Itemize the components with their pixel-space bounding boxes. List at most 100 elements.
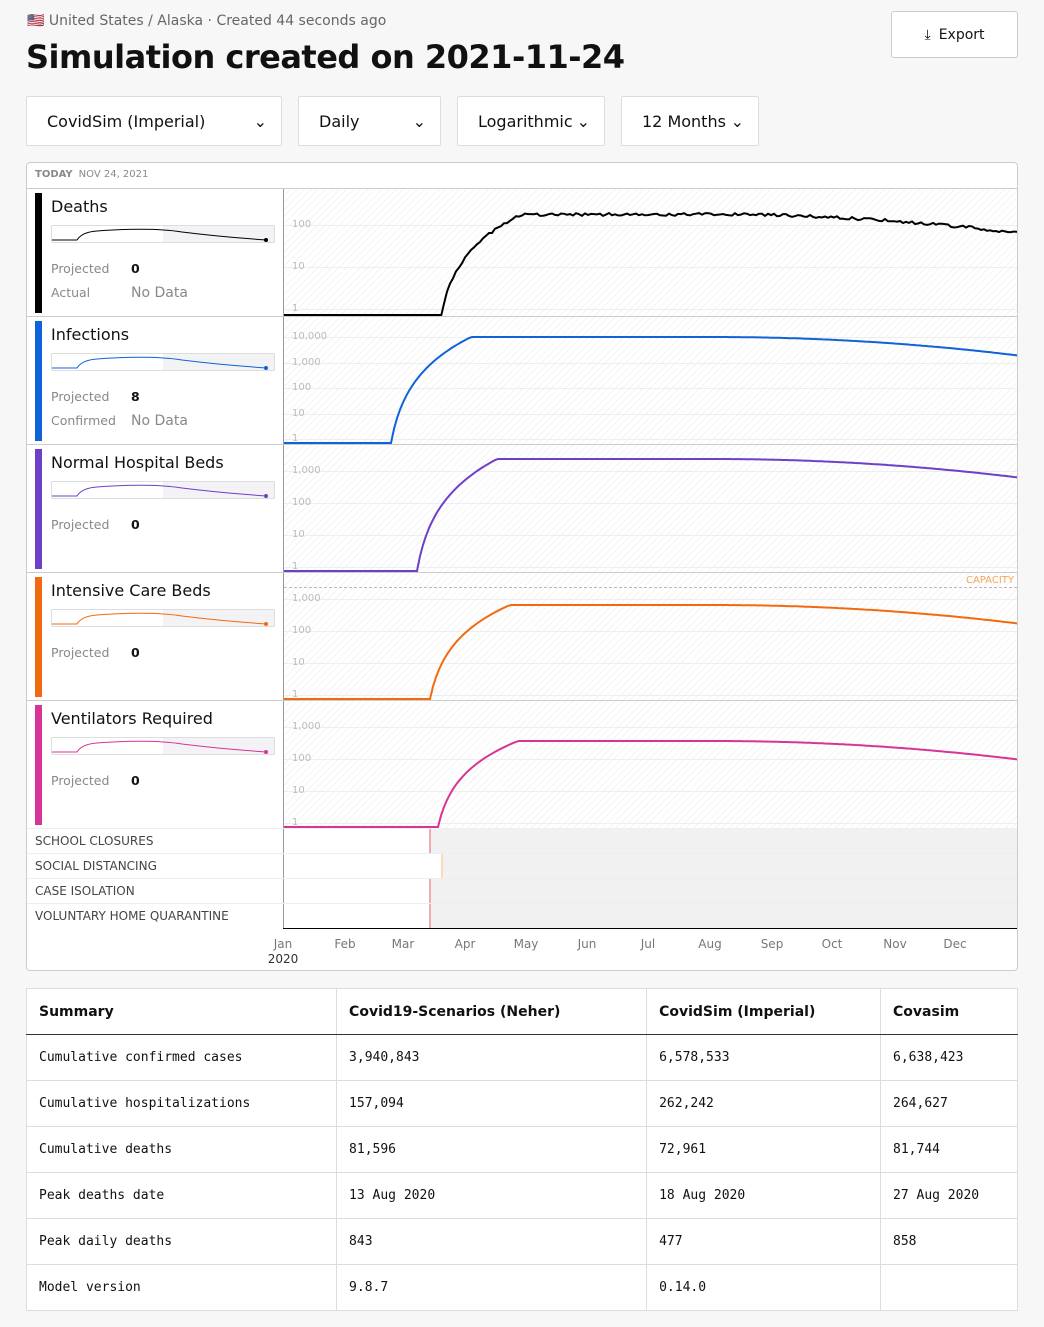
table-cell: 264,627 (881, 1081, 1018, 1127)
table-row: Cumulative hospitalizations 157,094 262,24… (27, 1081, 1018, 1127)
table-cell: Peak deaths date (27, 1173, 337, 1219)
month-tick: Feb (334, 937, 355, 951)
today-label: TODAY NOV 24, 2021 (35, 169, 148, 180)
month-tick: Aug (698, 937, 721, 951)
metric-row-infections[interactable]: Infections Projected 8 Confirmed No Data 10… (27, 316, 1017, 444)
column-header: CovidSim (Imperial) (647, 989, 881, 1035)
mini-chart[interactable] (51, 353, 275, 371)
intervention-row: SOCIAL DISTANCING (27, 853, 1017, 878)
projection-line (284, 213, 1017, 316)
metric-name: Infections (51, 325, 129, 344)
charts-card: TODAY NOV 24, 2021 Deaths Projected 0 Actua… (26, 162, 1018, 971)
select-value: Logarithmic (478, 112, 573, 131)
table-cell: 262,242 (647, 1081, 881, 1127)
select-value: 12 Months (642, 112, 726, 131)
intervention-row: CASE ISOLATION (27, 878, 1017, 903)
month-tick: Jun (578, 937, 597, 951)
projected-row: Projected 0 (51, 773, 109, 788)
breadcrumb: 🇺🇸 United States / Alaska · Created 44 s… (27, 13, 386, 29)
mini-chart[interactable] (51, 225, 275, 243)
month-tick: Dec (943, 937, 966, 951)
metric-chart[interactable]: 1,000 100 10 1 CAPACITY (283, 573, 1017, 701)
intervention-bar (429, 904, 1017, 929)
range-select[interactable]: 12 Months ⌄ (621, 96, 759, 146)
projection-line (284, 741, 1017, 827)
color-bar (35, 449, 42, 569)
table-cell: Cumulative confirmed cases (27, 1035, 337, 1081)
metric-chart[interactable]: 1,000 100 10 1 (283, 445, 1017, 573)
intervention-bar (441, 854, 1017, 879)
metric-row-normal-hospital-beds[interactable]: Normal Hospital Beds Projected 0 1,000 100… (27, 444, 1017, 572)
table-cell: 3,940,843 (337, 1035, 647, 1081)
month-tick: Mar (392, 937, 415, 951)
metric-row-deaths[interactable]: Deaths Projected 0 Actual No Data 100 10 1 (27, 188, 1017, 316)
export-button[interactable]: ⤓ Export (891, 11, 1018, 58)
export-label: Export (939, 27, 985, 43)
projected-row: Projected 8 (51, 389, 109, 404)
month-tick: Nov (883, 937, 906, 951)
metric-row-ventilators-required[interactable]: Ventilators Required Projected 0 1,000 100… (27, 700, 1017, 828)
summary-table: Summary Covid19-Scenarios (Neher) CovidSim… (26, 988, 1018, 1311)
intervention-label: SCHOOL CLOSURES (35, 834, 153, 848)
table-cell (881, 1265, 1018, 1311)
model-select[interactable]: CovidSim (Imperial) ⌄ (26, 96, 282, 146)
table-cell: 843 (337, 1219, 647, 1265)
intervention-row: SCHOOL CLOSURES (27, 828, 1017, 853)
actual-row: Actual No Data (51, 285, 90, 300)
table-cell: 81,744 (881, 1127, 1018, 1173)
projection-line (284, 337, 1018, 443)
mini-chart[interactable] (51, 481, 275, 499)
column-header: Summary (27, 989, 337, 1035)
breadcrumb-text: United States / Alaska · Created 44 seco… (49, 13, 386, 29)
year-label: 2020 (268, 952, 299, 966)
table-cell: Cumulative hospitalizations (27, 1081, 337, 1127)
projected-row: Projected 0 (51, 261, 109, 276)
metric-name: Intensive Care Beds (51, 581, 211, 600)
metric-chart[interactable]: 100 10 1 (283, 189, 1017, 317)
projected-row: Projected 0 (51, 517, 109, 532)
month-tick: Sep (761, 937, 784, 951)
metric-row-intensive-care-beds[interactable]: Intensive Care Beds Projected 0 1,000 100 1… (27, 572, 1017, 700)
mini-chart[interactable] (51, 609, 275, 627)
table-row: Model version 9.8.7 0.14.0 (27, 1265, 1018, 1311)
scale-select[interactable]: Logarithmic ⌄ (457, 96, 605, 146)
table-cell: Model version (27, 1265, 337, 1311)
download-icon: ⤓ (924, 27, 930, 43)
flag-icon: 🇺🇸 (27, 13, 44, 29)
month-tick: Apr (455, 937, 476, 951)
actual-row: Confirmed No Data (51, 413, 116, 428)
intervention-label: SOCIAL DISTANCING (35, 859, 157, 873)
table-cell: 477 (647, 1219, 881, 1265)
chevron-down-icon: ⌄ (254, 112, 267, 131)
table-cell: 13 Aug 2020 (337, 1173, 647, 1219)
color-bar (35, 193, 42, 313)
table-cell: 27 Aug 2020 (881, 1173, 1018, 1219)
table-cell: 81,596 (337, 1127, 647, 1173)
metric-name: Deaths (51, 197, 108, 216)
intervention-row: VOLUNTARY HOME QUARANTINE (27, 903, 1017, 928)
intervention-label: VOLUNTARY HOME QUARANTINE (35, 909, 229, 923)
chevron-down-icon: ⌄ (731, 112, 744, 131)
color-bar (35, 321, 42, 441)
table-cell: 72,961 (647, 1127, 881, 1173)
projection-line (284, 459, 1017, 571)
color-bar (35, 705, 42, 825)
metric-chart[interactable]: 1,000 100 10 1 (283, 701, 1017, 829)
metric-name: Normal Hospital Beds (51, 453, 224, 472)
metric-chart[interactable]: 10,000 1,000 100 10 1 (283, 317, 1017, 445)
frequency-select[interactable]: Daily ⌄ (298, 96, 441, 146)
intervention-bar (429, 829, 1017, 854)
month-tick: May (514, 937, 539, 951)
table-cell: 6,578,533 (647, 1035, 881, 1081)
month-tick: Jul (641, 937, 655, 951)
table-cell: 9.8.7 (337, 1265, 647, 1311)
mini-chart[interactable] (51, 737, 275, 755)
table-cell: 0.14.0 (647, 1265, 881, 1311)
table-cell: Peak daily deaths (27, 1219, 337, 1265)
projection-line (284, 605, 1018, 699)
column-header: Covasim (881, 989, 1018, 1035)
intervention-bar (429, 879, 1017, 904)
table-cell: 18 Aug 2020 (647, 1173, 881, 1219)
table-row: Cumulative deaths 81,596 72,961 81,744 (27, 1127, 1018, 1173)
select-value: Daily (319, 112, 359, 131)
